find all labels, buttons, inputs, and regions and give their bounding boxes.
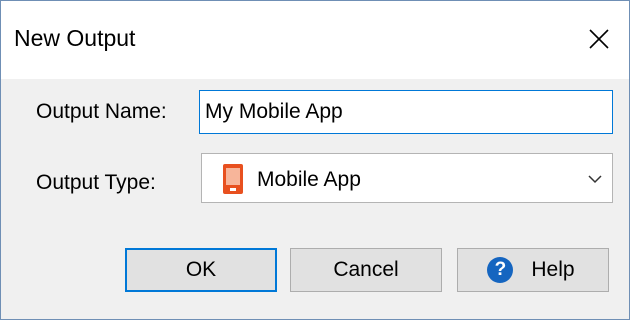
new-output-dialog: New Output Output Name: Output Type: Mob… (0, 0, 630, 320)
title-bar: New Output (1, 1, 629, 79)
cancel-button[interactable]: Cancel (290, 248, 442, 292)
chevron-down-icon (588, 175, 602, 184)
close-button[interactable] (569, 9, 629, 69)
output-type-select[interactable]: Mobile App (201, 153, 613, 203)
mobile-app-icon (223, 164, 243, 194)
output-name-input[interactable] (205, 100, 605, 124)
output-name-input-box[interactable] (199, 90, 613, 134)
output-name-label: Output Name: (36, 100, 167, 123)
close-icon (589, 29, 609, 49)
dialog-title: New Output (14, 25, 136, 51)
output-type-value: Mobile App (257, 168, 361, 191)
ok-button-label: OK (185, 258, 217, 281)
ok-button[interactable]: OK (125, 248, 277, 292)
help-button-label: Help (531, 258, 575, 281)
cancel-button-label: Cancel (333, 258, 399, 281)
help-icon: ? (487, 257, 514, 283)
help-button[interactable]: ? Help (457, 248, 609, 292)
output-type-label: Output Type: (36, 171, 156, 194)
